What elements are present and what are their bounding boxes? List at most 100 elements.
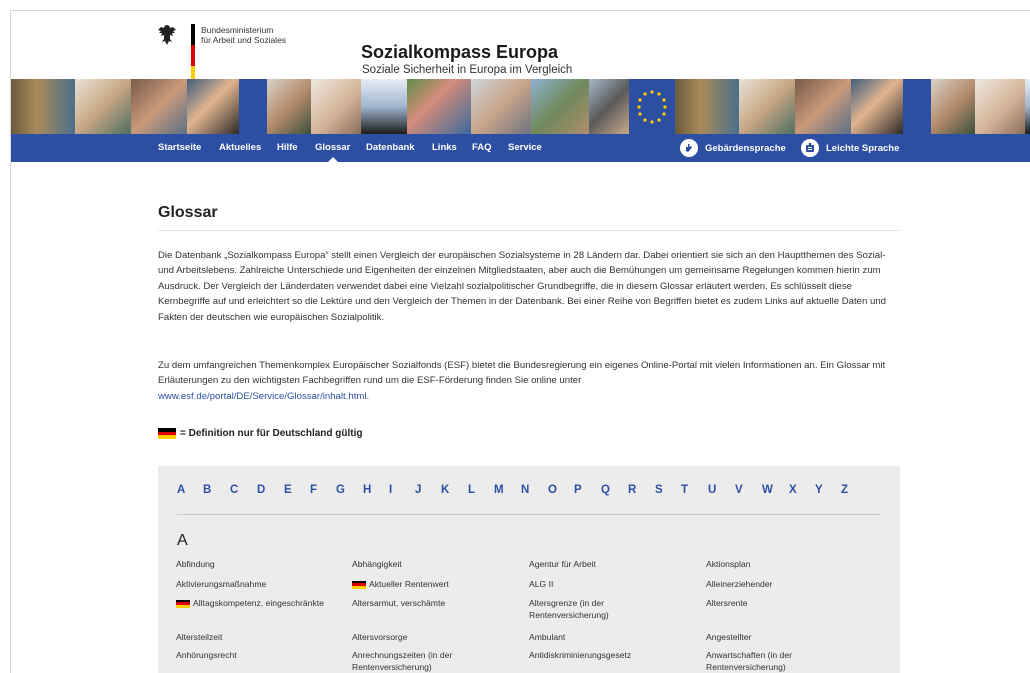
- current-letter-heading: A: [177, 532, 188, 549]
- glossary-term[interactable]: ALG II: [529, 578, 679, 590]
- banner-photo-flag-person: [361, 79, 407, 134]
- glossary-term[interactable]: Abhängigkeit: [352, 558, 502, 570]
- ministry-name[interactable]: Bundesministerium für Arbeit und Soziale…: [201, 25, 286, 45]
- alphabet-letter-y[interactable]: Y: [815, 484, 841, 496]
- nav-hilfe[interactable]: Hilfe: [277, 142, 298, 153]
- glossary-term-label: Alltagskompetenz, eingeschränkte: [193, 598, 324, 608]
- glossary-term[interactable]: Abfindung: [176, 558, 326, 570]
- nav-glossar[interactable]: Glossar: [315, 142, 350, 162]
- glossary-term-label: Aktivierungsmaßnahme: [176, 579, 267, 589]
- alphabet-letter-i[interactable]: I: [389, 484, 415, 496]
- glossary-term[interactable]: Altersarmut, verschämte: [352, 597, 502, 609]
- glossary-term[interactable]: Aktueller Rentenwert: [352, 578, 502, 590]
- nav-leichte-sprache[interactable]: Leichte Sprache: [801, 139, 899, 157]
- glossary-term-label: Angestellter: [706, 632, 752, 642]
- glossary-term-label: Ambulant: [529, 632, 566, 642]
- alphabet-letter-d[interactable]: D: [257, 484, 284, 496]
- alphabet-letter-v[interactable]: V: [735, 484, 762, 496]
- glossary-term[interactable]: Anwartschaften (in der Rentenversicherun…: [706, 649, 856, 673]
- alphabet-letter-l[interactable]: L: [468, 484, 494, 496]
- glossary-term-label: Abhängigkeit: [352, 559, 402, 569]
- banner-photo-grandfather: [471, 79, 531, 134]
- alphabet-letter-x[interactable]: X: [789, 484, 815, 496]
- alphabet-letter-k[interactable]: K: [441, 484, 468, 496]
- banner-photo-elderly-2: [931, 79, 975, 134]
- nav-aktuelles[interactable]: Aktuelles: [219, 142, 261, 153]
- glossary-term[interactable]: Altersgrenze (in der Rentenversicherung): [529, 597, 679, 621]
- alphabet-letter-j[interactable]: J: [415, 484, 441, 496]
- alphabet-letter-s[interactable]: S: [655, 484, 681, 496]
- alphabet-index: ABCDEFGHIJKLMNOPQRSTUVWXYZ: [177, 484, 868, 496]
- glossary-term-label: Abfindung: [176, 559, 215, 569]
- alphabet-letter-h[interactable]: H: [363, 484, 389, 496]
- glossary-term[interactable]: Aktivierungsmaßnahme: [176, 578, 326, 590]
- glossary-term[interactable]: Altersrente: [706, 597, 856, 609]
- banner-photo-couple: [531, 79, 589, 134]
- nav-datenbank[interactable]: Datenbank: [366, 142, 415, 153]
- site-header: Bundesministerium für Arbeit und Soziale…: [11, 11, 1030, 87]
- alphabet-letter-g[interactable]: G: [336, 484, 363, 496]
- alphabet-letter-w[interactable]: W: [762, 484, 789, 496]
- nav-faq[interactable]: FAQ: [472, 142, 492, 153]
- glossary-term[interactable]: Altersvorsorge: [352, 631, 502, 643]
- alphabet-letter-a[interactable]: A: [177, 484, 203, 496]
- glossary-term[interactable]: Alltagskompetenz, eingeschränkte: [176, 597, 326, 609]
- glossary-term[interactable]: Agentur für Arbeit: [529, 558, 679, 570]
- alphabet-letter-o[interactable]: O: [548, 484, 574, 496]
- alphabet-letter-b[interactable]: B: [203, 484, 230, 496]
- glossary-term-label: Anwartschaften (in der Rentenversicherun…: [706, 650, 792, 672]
- banner-photo-elderly: [267, 79, 311, 134]
- flag-bar: [191, 24, 195, 87]
- easy-language-icon: [801, 139, 819, 157]
- glossary-term[interactable]: Aktionsplan: [706, 558, 856, 570]
- glossary-term-label: Altersgrenze (in der Rentenversicherung): [529, 598, 609, 620]
- alphabet-letter-c[interactable]: C: [230, 484, 257, 496]
- glossary-term[interactable]: Anrechnungszeiten (in der Rentenversiche…: [352, 649, 502, 673]
- glossary-term-label: Anhörungsrecht: [176, 650, 237, 660]
- nav-links[interactable]: Links: [432, 142, 457, 153]
- alphabet-divider: [177, 514, 881, 515]
- banner-photo-children: [407, 79, 471, 134]
- banner-eu-flag-2: [903, 79, 931, 134]
- banner-eu-flag: [239, 79, 267, 134]
- alphabet-letter-u[interactable]: U: [708, 484, 735, 496]
- glossary-term[interactable]: Antidiskriminierungsgesetz: [529, 649, 679, 661]
- banner-photo-library-2: [675, 79, 739, 134]
- main-nav: Startseite Aktuelles Hilfe Glossar Daten…: [11, 134, 1030, 162]
- glossary-term[interactable]: Anhörungsrecht: [176, 649, 326, 661]
- site-subtitle: Soziale Sicherheit in Europa im Vergleic…: [362, 64, 573, 76]
- glossary-box: ABCDEFGHIJKLMNOPQRSTUVWXYZ A Abfindung Ak…: [158, 466, 900, 673]
- photo-banner: [11, 79, 1030, 134]
- glossary-term[interactable]: Angestellter: [706, 631, 856, 643]
- nav-service[interactable]: Service: [508, 142, 542, 153]
- alphabet-letter-z[interactable]: Z: [841, 484, 868, 496]
- glossary-term-label: Altersarmut, verschämte: [352, 598, 446, 608]
- banner-photo-men-2: [795, 79, 851, 134]
- banner-photo-elderly-woman: [75, 79, 131, 134]
- alphabet-letter-e[interactable]: E: [284, 484, 310, 496]
- alphabet-letter-m[interactable]: M: [494, 484, 521, 496]
- esf-glossary-link[interactable]: www.esf.de/portal/DE/Service/Glossar/inh…: [158, 391, 369, 402]
- banner-photo-woman: [311, 79, 361, 134]
- glossary-term[interactable]: Ambulant: [529, 631, 679, 643]
- ministry-line2: für Arbeit und Soziales: [201, 35, 287, 45]
- nav-gebaerdensprache[interactable]: Gebärdensprache: [680, 139, 786, 157]
- glossary-term-label: Altersvorsorge: [352, 632, 408, 642]
- sign-language-icon: [680, 139, 698, 157]
- alphabet-letter-f[interactable]: F: [310, 484, 336, 496]
- banner-photo-flag-person-2: [1025, 79, 1030, 134]
- alphabet-letter-t[interactable]: T: [681, 484, 708, 496]
- alphabet-letter-p[interactable]: P: [574, 484, 601, 496]
- nav-leichte-sprache-label: Leichte Sprache: [826, 142, 900, 154]
- alphabet-letter-r[interactable]: R: [628, 484, 655, 496]
- legend-text: = Definition nur für Deutschland gültig: [180, 428, 363, 439]
- glossary-term[interactable]: Alleinerziehender: [706, 578, 856, 590]
- nav-startseite[interactable]: Startseite: [158, 142, 201, 153]
- banner-photo-men: [131, 79, 187, 134]
- site-title[interactable]: Sozialkompass Europa: [361, 42, 558, 63]
- esf-paragraph: Zu dem umfangreichen Themenkomplex Europ…: [158, 358, 900, 404]
- alphabet-letter-q[interactable]: Q: [601, 484, 628, 496]
- alphabet-letter-n[interactable]: N: [521, 484, 548, 496]
- banner-photo-girl-2: [851, 79, 903, 134]
- glossary-term[interactable]: Altersteilzeit: [176, 631, 326, 643]
